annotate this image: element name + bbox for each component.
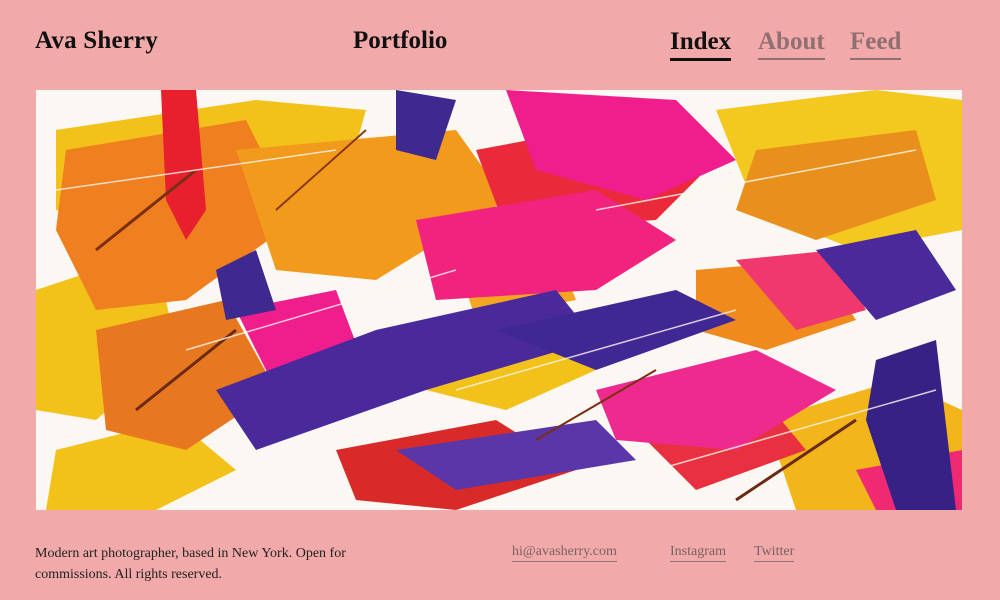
- nav-link-about[interactable]: About: [758, 27, 825, 60]
- nav-link-index[interactable]: Index: [670, 27, 732, 61]
- footer-description: Modern art photographer, based in New Yo…: [35, 546, 346, 582]
- footer-twitter-link[interactable]: Twitter: [754, 543, 795, 562]
- page-title: Portfolio: [353, 27, 448, 54]
- abstract-painting-graphic: [36, 90, 962, 510]
- footer-email-link[interactable]: hi@avasherry.com: [512, 543, 617, 562]
- brand-name[interactable]: Ava Sherry: [35, 27, 158, 55]
- nav-link-feed[interactable]: Feed: [850, 27, 902, 60]
- hero-artwork-image: [36, 90, 962, 510]
- footer-instagram-link[interactable]: Instagram: [670, 543, 726, 562]
